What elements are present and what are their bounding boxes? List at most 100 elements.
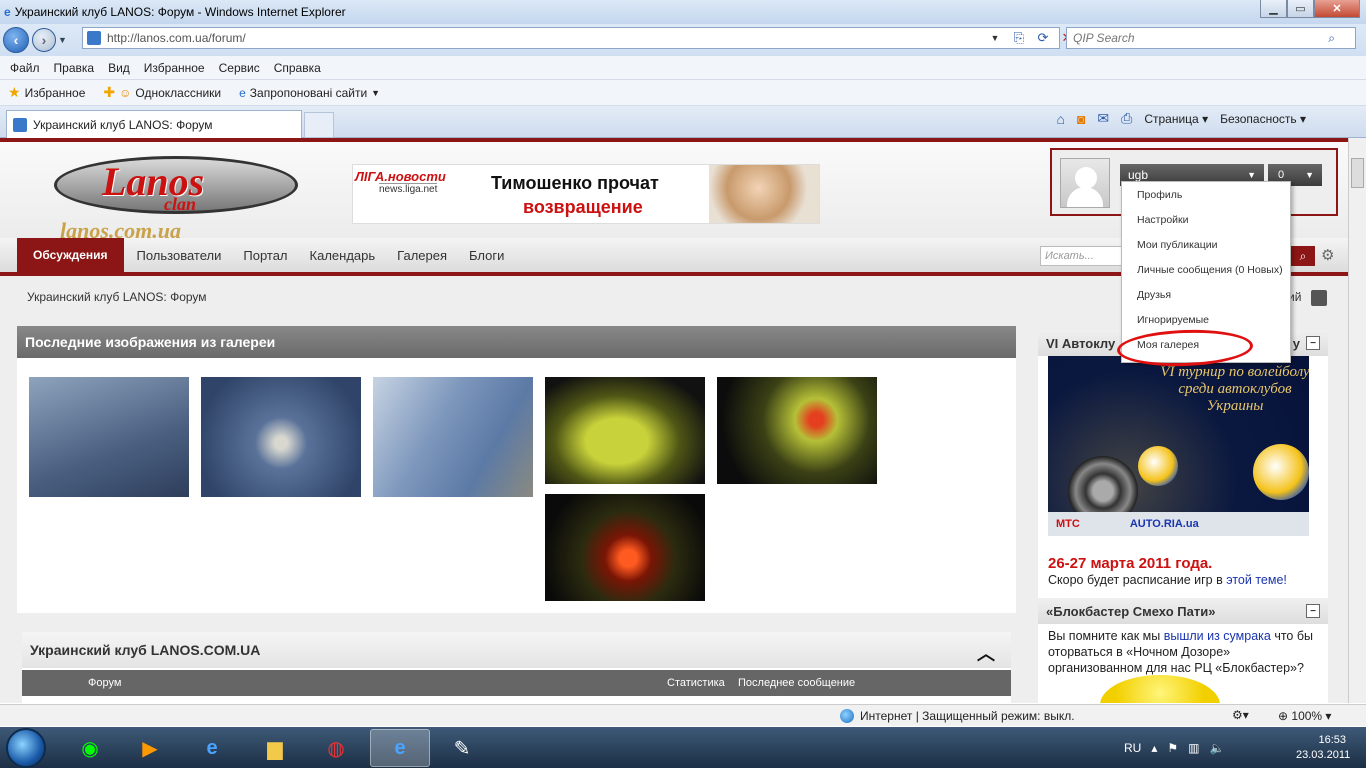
breadcrumb[interactable]: Украинский клуб LANOS: Форум: [27, 290, 207, 304]
menu-tools[interactable]: Сервис: [219, 61, 260, 75]
close-button[interactable]: ✕: [1314, 0, 1360, 18]
new-tab-button[interactable]: [304, 112, 334, 138]
security-menu-label: Безопасность: [1220, 111, 1297, 126]
nav-portal[interactable]: Портал: [232, 248, 298, 263]
minimize-block-icon[interactable]: −: [1306, 336, 1320, 350]
taskbar-app-chrome[interactable]: ◍: [306, 729, 366, 767]
taskbar-app-explorer[interactable]: ▆: [245, 729, 305, 767]
poster-logo-mts: МТС: [1056, 518, 1080, 530]
menu-friends[interactable]: Друзья: [1122, 282, 1290, 307]
menu-settings[interactable]: Настройки: [1122, 207, 1290, 232]
security-menu[interactable]: Безопасность ▾: [1220, 112, 1306, 126]
nav-calendar[interactable]: Календарь: [299, 248, 387, 263]
clock[interactable]: 16:53 23.03.2011: [1296, 733, 1350, 763]
page-menu[interactable]: Страница ▾: [1144, 112, 1208, 126]
print-icon[interactable]: ⎙: [1121, 110, 1132, 127]
taskbar-app-ie-active[interactable]: e: [370, 729, 430, 767]
taskbar-app-paint[interactable]: ✎: [432, 729, 492, 767]
flag-icon[interactable]: ⚑: [1167, 741, 1178, 755]
status-bar: Интернет | Защищенный режим: выкл. ⚙▾ ⊕ …: [0, 704, 1366, 726]
start-button[interactable]: [6, 727, 46, 768]
chevron-down-icon: ▼: [1305, 170, 1314, 180]
minimize-button[interactable]: ▁: [1260, 0, 1287, 18]
taskbar: ◉ ▶ e ▆ ◍ e ✎ RU ▴ ⚑ ▥ 🔈 16:53 23.03.2011: [0, 727, 1366, 768]
minimize-block-icon[interactable]: −: [1306, 604, 1320, 618]
nav-gallery[interactable]: Галерея: [386, 248, 458, 263]
gallery-thumb[interactable]: [29, 377, 189, 497]
compat-view-icon[interactable]: ⎘: [1009, 28, 1029, 48]
rss-icon[interactable]: [1311, 290, 1327, 306]
zoom-level: 100%: [1291, 709, 1323, 723]
taskbar-app-razer[interactable]: ◉: [60, 729, 120, 767]
site-search-input[interactable]: Искать...: [1040, 246, 1122, 266]
mail-icon[interactable]: ✉: [1097, 110, 1109, 127]
refresh-icon[interactable]: ⟳: [1033, 28, 1053, 48]
blockbuster-text-a: Вы помните как мы: [1048, 629, 1164, 643]
menu-ignored[interactable]: Игнорируемые: [1122, 307, 1290, 332]
taskbar-app-media[interactable]: ▶: [120, 729, 180, 767]
feeds-icon[interactable]: ◙: [1077, 111, 1085, 127]
fav-suggested-label: Запропоновані сайти: [249, 85, 368, 100]
menu-my-posts[interactable]: Мои публикации: [1122, 232, 1290, 257]
people-icon: ☺: [119, 85, 132, 100]
gallery-thumb[interactable]: [373, 377, 533, 497]
col-stats: Статистика: [667, 677, 725, 689]
forward-button[interactable]: ›: [32, 28, 56, 52]
address-bar[interactable]: http://lanos.com.ua/forum/: [82, 27, 1060, 49]
menu-file[interactable]: Файл: [10, 61, 40, 75]
fav-odnoklassniki[interactable]: ✚ ☺ Одноклассники: [103, 84, 221, 101]
search-icon[interactable]: ⌕: [1328, 31, 1335, 46]
sidebar: VI Автоклу у − VI турнир по волейболу ср…: [1038, 330, 1328, 703]
menu-view[interactable]: Вид: [108, 61, 130, 75]
menu-help[interactable]: Справка: [274, 61, 321, 75]
security-zone[interactable]: Интернет | Защищенный режим: выкл.: [840, 709, 1075, 723]
menu-messages[interactable]: Личные сообщения (0 Новых): [1122, 257, 1290, 282]
site-search-button[interactable]: ⌕: [1291, 246, 1315, 266]
maximize-button[interactable]: ▭: [1287, 0, 1314, 18]
nav-users[interactable]: Пользователи: [126, 248, 233, 263]
gallery-thumb[interactable]: [545, 494, 705, 601]
ad-banner[interactable]: ЛIГА.новости news.liga.net Тимошенко про…: [352, 164, 820, 224]
address-url: http://lanos.com.ua/forum/: [107, 31, 246, 45]
tray-expand-icon[interactable]: ▴: [1151, 741, 1157, 755]
scrollbar-thumb[interactable]: [1351, 158, 1364, 188]
back-button[interactable]: ‹: [3, 27, 29, 53]
favorites-button[interactable]: ★ Избранное: [8, 84, 85, 101]
fav-suggested-sites[interactable]: e Запропоновані сайти ▼: [239, 86, 380, 100]
network-icon[interactable]: ▥: [1188, 741, 1199, 755]
tab-forum[interactable]: Украинский клуб LANOS: Форум: [6, 110, 302, 138]
zoom-control[interactable]: ⊕ 100% ▾: [1278, 709, 1331, 723]
topic-link[interactable]: этой теме!: [1226, 573, 1287, 587]
home-icon[interactable]: ⌂: [1056, 111, 1064, 127]
avatar[interactable]: [1060, 158, 1110, 208]
nav-blogs[interactable]: Блоги: [458, 248, 515, 263]
tab-favicon: [13, 117, 27, 132]
history-dropdown-icon[interactable]: ▼: [58, 35, 67, 45]
sumrak-link[interactable]: вышли из сумрака: [1164, 629, 1271, 643]
gear-icon[interactable]: ⚙: [1321, 246, 1334, 264]
poster-text: VI турнир по волейболу среди автоклубов …: [1160, 364, 1309, 414]
volume-icon[interactable]: 🔈: [1209, 741, 1224, 755]
gallery-thumb[interactable]: [201, 377, 361, 497]
protected-mode-icon[interactable]: ⚙▾: [1232, 708, 1249, 722]
site-logo[interactable]: Lanos clan lanos.com.ua: [54, 152, 298, 243]
address-dropdown-icon[interactable]: ▼: [985, 28, 1005, 48]
window-titlebar: e Украинский клуб LANOS: Форум - Windows…: [0, 0, 1366, 24]
poster-logo-autoria: AUTO.RIA.ua: [1129, 518, 1199, 530]
banner-headline: Тимошенко прочат: [491, 173, 659, 193]
language-indicator[interactable]: RU: [1124, 741, 1141, 755]
window-title: Украинский клуб LANOS: Форум - Windows I…: [14, 5, 346, 19]
menu-profile[interactable]: Профиль: [1122, 182, 1290, 207]
page-scrollbar[interactable]: [1348, 138, 1366, 703]
gallery-thumb[interactable]: [717, 377, 877, 484]
nav-discussions[interactable]: Обсуждения: [17, 238, 124, 272]
search-input[interactable]: QIP Search ⌕: [1066, 27, 1356, 49]
gallery-thumb[interactable]: [545, 377, 705, 484]
menu-favorites[interactable]: Избранное: [144, 61, 205, 75]
menu-edit[interactable]: Правка: [54, 61, 95, 75]
collapse-icon[interactable]: ︿: [977, 640, 995, 666]
site-favicon: [87, 31, 101, 45]
volleyball-poster[interactable]: VI турнир по волейболу среди автоклубов …: [1048, 356, 1309, 536]
taskbar-app-ie[interactable]: e: [182, 729, 242, 767]
event-text: Скоро будет расписание игр в этой теме!: [1048, 573, 1323, 587]
